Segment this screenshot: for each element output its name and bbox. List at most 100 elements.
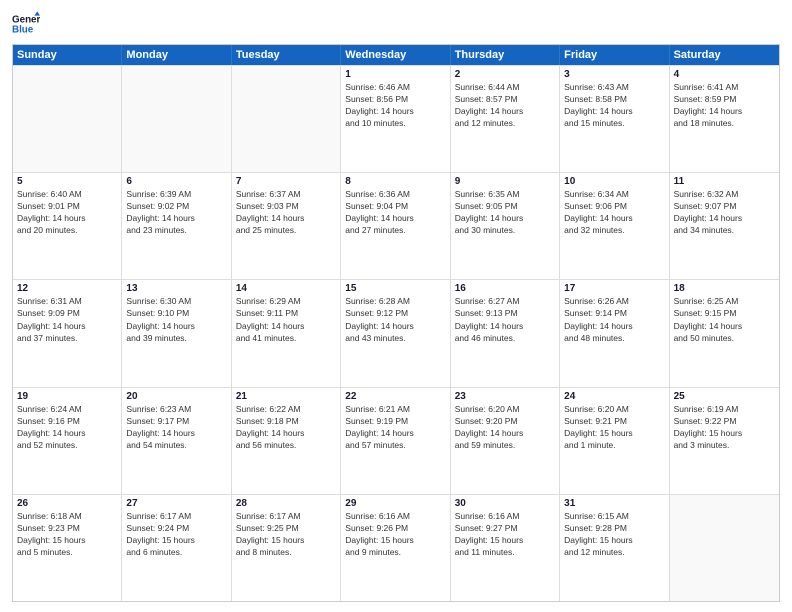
empty-cell bbox=[670, 495, 779, 601]
day-number: 7 bbox=[236, 176, 336, 187]
cell-info-line: Sunset: 9:26 PM bbox=[345, 523, 445, 534]
day-number: 20 bbox=[126, 391, 226, 402]
calendar-cell: 23Sunrise: 6:20 AMSunset: 9:20 PMDayligh… bbox=[451, 388, 560, 494]
cell-info-line: Sunset: 9:13 PM bbox=[455, 308, 555, 319]
cell-info-line: Sunrise: 6:24 AM bbox=[17, 404, 117, 415]
day-number: 24 bbox=[564, 391, 664, 402]
cell-info-line: Sunrise: 6:27 AM bbox=[455, 296, 555, 307]
day-of-week-header: Thursday bbox=[451, 45, 560, 65]
cell-info-line: Daylight: 14 hours bbox=[236, 321, 336, 332]
cell-info-line: Sunset: 9:06 PM bbox=[564, 201, 664, 212]
day-number: 9 bbox=[455, 176, 555, 187]
calendar-row: 12 Sunrise: 6:31 AMSunset: 9:09 PM Dayligh… bbox=[13, 279, 779, 386]
cell-info-line: and 6 minutes. bbox=[126, 547, 226, 558]
cell-info-line: and 25 minutes. bbox=[236, 225, 336, 236]
calendar-body: 1Sunrise: 6:46 AMSunset: 8:56 PMDaylight… bbox=[13, 65, 779, 601]
cell-info-line: Sunset: 9:03 PM bbox=[236, 201, 336, 212]
calendar-cell: 29Sunrise: 6:16 AMSunset: 9:26 PMDayligh… bbox=[341, 495, 450, 601]
cell-info-line: Sunset: 9:01 PM bbox=[17, 201, 117, 212]
cell-info-line: Sunset: 9:02 PM bbox=[126, 201, 226, 212]
cell-info-line: Sunset: 8:58 PM bbox=[564, 94, 664, 105]
cell-info-line: Sunset: 9:17 PM bbox=[126, 416, 226, 427]
cell-info-line: Sunrise: 6:28 AM bbox=[345, 296, 445, 307]
cell-info-line: and 12 minutes. bbox=[455, 118, 555, 129]
cell-info-line: Sunrise: 6:39 AM bbox=[126, 189, 226, 200]
calendar-cell: 21Sunrise: 6:22 AMSunset: 9:18 PMDayligh… bbox=[232, 388, 341, 494]
calendar-cell: 8Sunrise: 6:36 AMSunset: 9:04 PMDaylight… bbox=[341, 173, 450, 279]
day-number: 12 bbox=[17, 283, 117, 294]
cell-info-line: Sunset: 9:10 PM bbox=[126, 308, 226, 319]
cell-info-line: and 39 minutes. bbox=[126, 333, 226, 344]
cell-info-line: Sunset: 9:22 PM bbox=[674, 416, 775, 427]
calendar-cell: 4Sunrise: 6:41 AMSunset: 8:59 PMDaylight… bbox=[670, 66, 779, 172]
cell-info-line: Sunrise: 6:18 AM bbox=[17, 511, 117, 522]
day-number: 22 bbox=[345, 391, 445, 402]
calendar-cell: 15Sunrise: 6:28 AMSunset: 9:12 PMDayligh… bbox=[341, 280, 450, 386]
calendar-row: 5Sunrise: 6:40 AMSunset: 9:01 PMDaylight… bbox=[13, 172, 779, 279]
cell-info-line: and 43 minutes. bbox=[345, 333, 445, 344]
cell-info-line: and 20 minutes. bbox=[17, 225, 117, 236]
cell-info-line: and 54 minutes. bbox=[126, 440, 226, 451]
cell-info-line: Sunset: 9:16 PM bbox=[17, 416, 117, 427]
cell-info-line: Daylight: 14 hours bbox=[345, 106, 445, 117]
day-number: 30 bbox=[455, 498, 555, 509]
cell-info-line: Daylight: 15 hours bbox=[564, 428, 664, 439]
cell-info-line: Sunrise: 6:34 AM bbox=[564, 189, 664, 200]
cell-info-line: Sunset: 9:23 PM bbox=[17, 523, 117, 534]
cell-info-line: Daylight: 15 hours bbox=[236, 535, 336, 546]
calendar-cell: 12Sunrise: 6:31 AMSunset: 9:09 PMDayligh… bbox=[13, 280, 122, 386]
calendar-cell: 24Sunrise: 6:20 AMSunset: 9:21 PMDayligh… bbox=[560, 388, 669, 494]
calendar-cell: 17Sunrise: 6:26 AMSunset: 9:14 PMDayligh… bbox=[560, 280, 669, 386]
calendar-cell: 11Sunrise: 6:32 AMSunset: 9:07 PMDayligh… bbox=[670, 173, 779, 279]
cell-info-line: Sunrise: 6:31 AM bbox=[17, 296, 117, 307]
day-number: 23 bbox=[455, 391, 555, 402]
cell-info-line: Daylight: 15 hours bbox=[564, 535, 664, 546]
cell-info-line: Daylight: 14 hours bbox=[674, 213, 775, 224]
day-number: 25 bbox=[674, 391, 775, 402]
cell-info-line: and 34 minutes. bbox=[674, 225, 775, 236]
day-number: 19 bbox=[17, 391, 117, 402]
cell-info-line: Daylight: 14 hours bbox=[126, 428, 226, 439]
cell-info-line: and 48 minutes. bbox=[564, 333, 664, 344]
calendar: SundayMondayTuesdayWednesdayThursdayFrid… bbox=[12, 44, 780, 602]
cell-info-line: Daylight: 14 hours bbox=[126, 213, 226, 224]
cell-info-line: Sunset: 8:59 PM bbox=[674, 94, 775, 105]
cell-info-line: Daylight: 14 hours bbox=[455, 213, 555, 224]
calendar-cell: 5Sunrise: 6:40 AMSunset: 9:01 PMDaylight… bbox=[13, 173, 122, 279]
cell-info-line: and 32 minutes. bbox=[564, 225, 664, 236]
cell-info-line: Sunset: 9:28 PM bbox=[564, 523, 664, 534]
cell-info-line: Daylight: 14 hours bbox=[455, 106, 555, 117]
generalblue-logo-icon: General Blue bbox=[12, 10, 40, 38]
cell-info-line: Daylight: 14 hours bbox=[455, 321, 555, 332]
header: General Blue bbox=[12, 10, 780, 38]
cell-info-line: Sunset: 9:09 PM bbox=[17, 308, 117, 319]
day-number: 31 bbox=[564, 498, 664, 509]
calendar-cell: 14Sunrise: 6:29 AMSunset: 9:11 PMDayligh… bbox=[232, 280, 341, 386]
day-number: 8 bbox=[345, 176, 445, 187]
cell-info-line: Sunset: 9:25 PM bbox=[236, 523, 336, 534]
cell-info-line: and 15 minutes. bbox=[564, 118, 664, 129]
day-number: 6 bbox=[126, 176, 226, 187]
day-of-week-header: Tuesday bbox=[232, 45, 341, 65]
cell-info-line: and 11 minutes. bbox=[455, 547, 555, 558]
cell-info-line: Daylight: 14 hours bbox=[674, 321, 775, 332]
calendar-cell: 9Sunrise: 6:35 AMSunset: 9:05 PMDaylight… bbox=[451, 173, 560, 279]
calendar-cell: 28Sunrise: 6:17 AMSunset: 9:25 PMDayligh… bbox=[232, 495, 341, 601]
cell-info-line: Sunrise: 6:20 AM bbox=[455, 404, 555, 415]
day-number: 18 bbox=[674, 283, 775, 294]
cell-info-line: Sunset: 9:21 PM bbox=[564, 416, 664, 427]
cell-info-line: and 12 minutes. bbox=[564, 547, 664, 558]
calendar-cell: 13Sunrise: 6:30 AMSunset: 9:10 PMDayligh… bbox=[122, 280, 231, 386]
day-number: 17 bbox=[564, 283, 664, 294]
cell-info-line: Sunrise: 6:21 AM bbox=[345, 404, 445, 415]
cell-info-line: Daylight: 15 hours bbox=[674, 428, 775, 439]
cell-info-line: Sunset: 9:04 PM bbox=[345, 201, 445, 212]
cell-info-line: Daylight: 15 hours bbox=[345, 535, 445, 546]
cell-info-line: and 46 minutes. bbox=[455, 333, 555, 344]
cell-info-line: and 10 minutes. bbox=[345, 118, 445, 129]
cell-info-line: and 59 minutes. bbox=[455, 440, 555, 451]
day-number: 11 bbox=[674, 176, 775, 187]
cell-info-line: and 1 minute. bbox=[564, 440, 664, 451]
cell-info-line: Sunset: 9:27 PM bbox=[455, 523, 555, 534]
day-of-week-header: Monday bbox=[122, 45, 231, 65]
